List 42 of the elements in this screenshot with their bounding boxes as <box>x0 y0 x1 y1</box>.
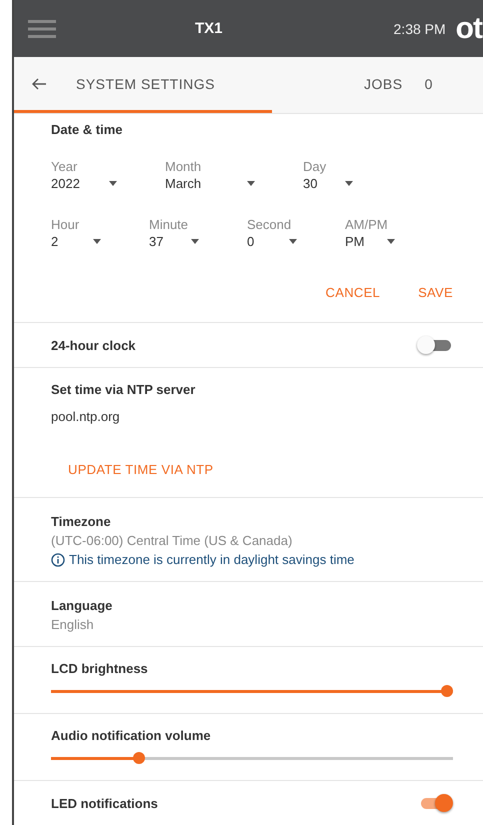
dropdown[interactable]: 30 <box>303 176 353 191</box>
section-title: Date & time <box>51 122 124 137</box>
toggle-switch[interactable] <box>417 336 453 354</box>
info-note: This timezone is currently in daylight savings time <box>69 552 354 567</box>
setting-label: Audio notification volume <box>51 728 212 743</box>
app-title: TX1 <box>195 20 223 37</box>
field-label: Year <box>51 159 78 174</box>
caret-icon <box>109 181 117 186</box>
dropdown[interactable]: PM <box>345 234 395 249</box>
field-label: Month <box>165 159 202 174</box>
caret-icon <box>93 239 101 244</box>
setting-label: Set time via NTP server <box>51 382 196 397</box>
menu-icon[interactable] <box>28 18 56 38</box>
field-label: Minute <box>149 217 190 232</box>
field-label: AM/PM <box>345 217 389 232</box>
brand-logo: ot <box>456 12 482 46</box>
setting-value: (UTC-06:00) Central Time (US & Canada) <box>51 533 294 548</box>
caret-icon <box>247 181 255 186</box>
dropdown[interactable]: 0 <box>247 234 297 249</box>
setting-label: LCD brightness <box>51 661 149 676</box>
back-arrow-icon[interactable] <box>32 78 46 90</box>
dropdown[interactable]: 37 <box>149 234 199 249</box>
caret-icon <box>289 239 297 244</box>
caret-icon <box>345 181 353 186</box>
caret-icon <box>191 239 199 244</box>
caret-icon <box>387 239 395 244</box>
tab[interactable]: JOBS 0 <box>272 57 433 113</box>
setting-value: English <box>51 617 95 632</box>
dropdown[interactable]: 2022 <box>51 176 117 191</box>
server-address: pool.ntp.org <box>51 409 121 424</box>
setting-label: LED notifications <box>51 796 158 810</box>
field-label: Second <box>247 217 292 232</box>
tab[interactable]: SYSTEM SETTINGS <box>76 57 272 113</box>
dropdown[interactable]: March <box>165 176 255 191</box>
setting-label: Language <box>51 598 114 613</box>
clock-time: 2:38 PM <box>394 20 446 36</box>
setting-label: 24-hour clock <box>51 338 136 352</box>
setting-label: Timezone <box>51 514 112 529</box>
field-label: Day <box>303 159 328 174</box>
field-label: Hour <box>51 217 80 232</box>
info-icon <box>51 552 65 566</box>
dropdown[interactable]: 2 <box>51 234 101 249</box>
